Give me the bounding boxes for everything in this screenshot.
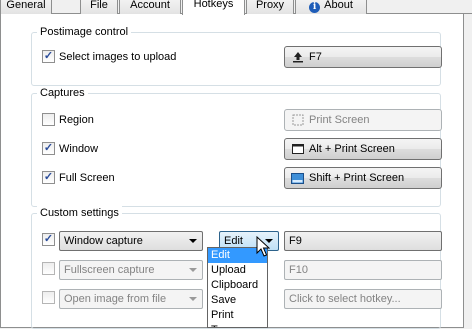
select-images-hotkey-label: F7 (309, 51, 322, 63)
tab-general[interactable]: General (0, 0, 52, 14)
tab-hotkeys[interactable]: Hotkeys (182, 0, 245, 15)
capture-source-value: Fullscreen capture (64, 264, 155, 276)
capture-fullscreen-row: ✓ Full Screen Shift + Print Screen (42, 167, 442, 189)
dropdown-option-save[interactable]: Save (208, 293, 267, 308)
window-hotkey-label: Alt + Print Screen (309, 143, 395, 155)
fullscreen-hotkey-button[interactable]: Shift + Print Screen (284, 167, 442, 189)
region-icon (291, 114, 304, 126)
region-label: Region (59, 114, 94, 126)
region-hotkey-label: Print Screen (309, 114, 370, 126)
custom-row-1-checkbox[interactable]: ✓ (42, 233, 55, 246)
capture-source-select[interactable]: Window capture (59, 231, 203, 251)
fullscreen-hotkey-label: Shift + Print Screen (309, 172, 405, 184)
region-hotkey-button[interactable]: Print Screen (284, 109, 442, 131)
fullscreen-label: Full Screen (59, 172, 115, 184)
custom-row-3-hotkey-label: Click to select hotkey... (289, 293, 401, 305)
dropdown-option-print[interactable]: Print (208, 308, 267, 323)
capture-region-row: Region Print Screen (42, 109, 442, 131)
select-images-hotkey-button[interactable]: F7 (284, 46, 442, 68)
tab-account[interactable]: Account (119, 0, 181, 14)
tab-general-label: General (6, 0, 46, 11)
capture-source-value: Window capture (64, 235, 143, 247)
custom-row-1-hotkey-field[interactable]: F9 (284, 231, 442, 251)
select-images-label: Select images to upload (59, 51, 177, 63)
chevron-down-icon (189, 297, 197, 301)
captures-group: Captures Region Print Screen ✓ Window Al… (31, 86, 442, 207)
region-checkbox[interactable] (42, 113, 55, 126)
mouse-cursor-icon (256, 235, 271, 261)
dropdown-option-tw[interactable]: Tw (208, 323, 267, 327)
tab-about-label: About (324, 0, 353, 11)
captures-title: Captures (37, 86, 88, 100)
fullscreen-checkbox[interactable]: ✓ (42, 171, 55, 184)
capture-window-row: ✓ Window Alt + Print Screen (42, 138, 442, 160)
dropdown-option-upload[interactable]: Upload (208, 263, 267, 278)
tab-hotkeys-label: Hotkeys (193, 0, 234, 10)
tab-proxy-label: Proxy (255, 0, 285, 11)
fullscreen-icon (291, 172, 304, 184)
custom-row-3-checkbox[interactable] (42, 291, 55, 304)
tab-account-label: Account (130, 0, 170, 11)
tab-about[interactable]: i About (295, 0, 367, 14)
custom-row-3-hotkey-field[interactable]: Click to select hotkey... (284, 289, 442, 309)
chevron-down-icon (189, 239, 197, 243)
dropdown-option-clipboard[interactable]: Clipboard (208, 278, 267, 293)
capture-source-select[interactable]: Fullscreen capture (59, 260, 203, 280)
window-checkbox[interactable]: ✓ (42, 142, 55, 155)
custom-settings-title: Custom settings (37, 206, 122, 220)
action-value: Edit (224, 235, 243, 247)
select-images-row: ✓ Select images to upload F7 (42, 46, 442, 68)
tab-proxy[interactable]: Proxy (246, 0, 294, 14)
custom-row-2-checkbox[interactable] (42, 262, 55, 275)
tab-file-label: File (90, 0, 108, 11)
capture-source-select[interactable]: Open image from file (59, 289, 203, 309)
capture-source-value: Open image from file (64, 293, 167, 305)
upload-arrow-icon (291, 51, 304, 63)
tab-file[interactable]: File (80, 0, 118, 14)
window-icon (291, 143, 304, 155)
window-label: Window (59, 143, 99, 155)
window-hotkey-button[interactable]: Alt + Print Screen (284, 138, 442, 160)
postimage-control-group: Postimage control ✓ Select images to upl… (31, 25, 442, 86)
custom-row-2-hotkey-label: F10 (289, 264, 308, 276)
tab-bar: General File Account Hotkeys Proxy i Abou… (0, 0, 472, 15)
custom-row-1-hotkey-label: F9 (289, 235, 302, 247)
postimage-control-title: Postimage control (37, 25, 132, 39)
chevron-down-icon (189, 268, 197, 272)
info-icon: i (309, 2, 321, 13)
custom-row-2-hotkey-field[interactable]: F10 (284, 260, 442, 280)
select-images-checkbox[interactable]: ✓ (42, 50, 55, 63)
